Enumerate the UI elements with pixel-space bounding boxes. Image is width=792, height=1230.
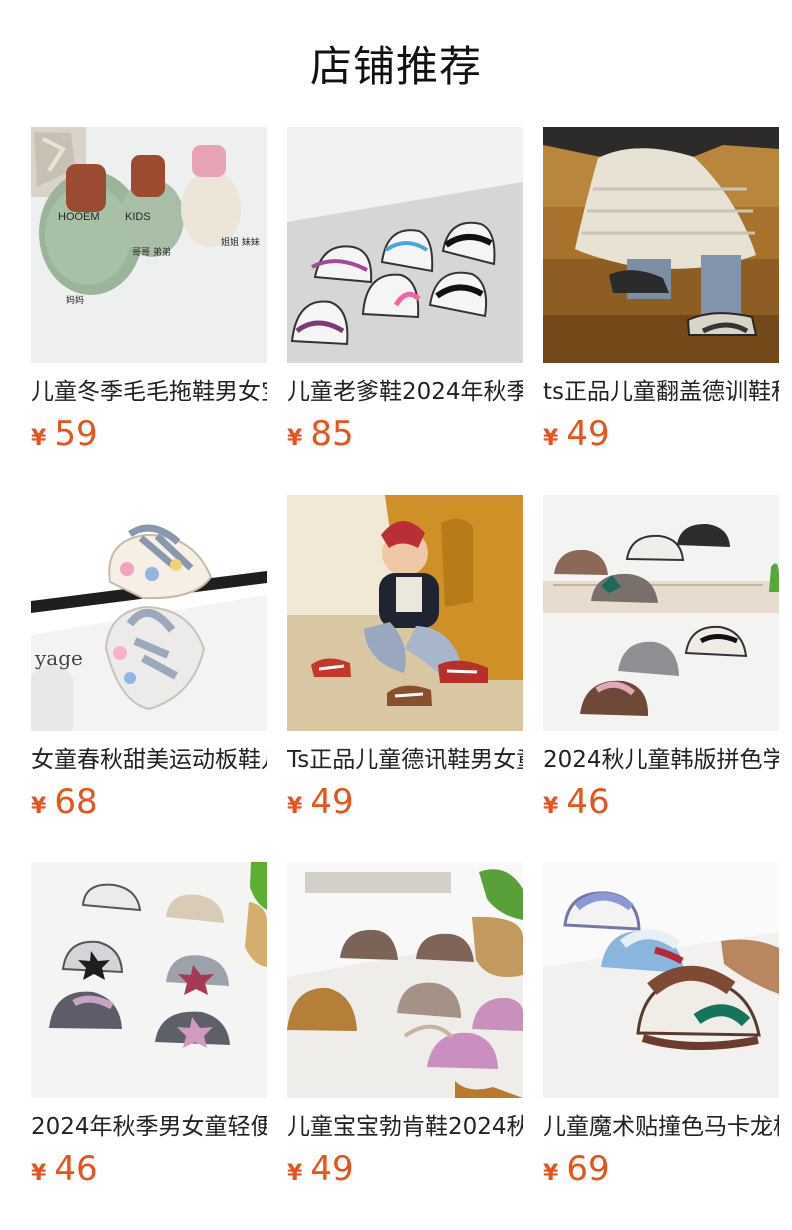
image-text-brothers: 哥哥 弟弟 [132,246,171,258]
stair-model-icon [543,127,779,363]
svg-text:yage: yage [34,646,83,670]
store-recommendations-page: 店铺推荐 HOOEM KIDS 哥哥 弟弟 姐姐 妹妹 妈妈 儿童冬季毛毛拖鞋男… [0,0,792,1230]
price-amount: 85 [310,414,354,454]
product-price: ¥ 49 [543,414,610,454]
price-amount: 46 [566,782,610,822]
product-image [543,127,779,363]
clog-shoes-icon [287,862,523,1098]
currency-symbol: ¥ [31,794,47,819]
price-amount: 49 [310,1149,354,1189]
product-image [543,862,779,1098]
currency-symbol: ¥ [287,794,303,819]
price-amount: 59 [54,414,98,454]
product-card[interactable]: 2024秋儿童韩版拼色学步鞋软底宝宝鞋 ¥ 46 [543,495,779,825]
currency-symbol: ¥ [543,1161,559,1186]
product-price: ¥ 69 [543,1149,610,1189]
product-name: ts正品儿童翻盖德训鞋秋季男女童板鞋 [543,379,779,405]
product-image [287,495,523,731]
product-name: 2024秋儿童韩版拼色学步鞋软底宝宝鞋 [543,747,779,773]
price-amount: 49 [310,782,354,822]
currency-symbol: ¥ [543,426,559,451]
toddler-shoes-icon [543,495,779,731]
product-name: Ts正品儿童德讯鞋男女童秋季休闲鞋 [287,747,523,773]
star-shoes-icon [31,862,267,1098]
product-card[interactable]: ts正品儿童翻盖德训鞋秋季男女童板鞋 ¥ 49 [543,127,779,457]
product-card[interactable]: HOOEM KIDS 哥哥 弟弟 姐姐 妹妹 妈妈 儿童冬季毛毛拖鞋男女宝宝加绒… [31,127,267,457]
product-card[interactable]: yage 女童春秋甜美运动板鞋儿童小花休闲鞋 ¥ 68 [31,495,267,825]
flower-sneaker-icon: yage [31,495,267,731]
currency-symbol: ¥ [543,794,559,819]
velcro-sneakers-icon [543,862,779,1098]
price-amount: 46 [54,1149,98,1189]
currency-symbol: ¥ [287,1161,303,1186]
image-text-brand: HOOEM [58,211,100,223]
product-price: ¥ 49 [287,782,354,822]
product-card[interactable]: 儿童老爹鞋2024年秋季新款男童运动鞋 ¥ 85 [287,127,523,457]
product-image: HOOEM KIDS 哥哥 弟弟 姐姐 妹妹 妈妈 [31,127,267,363]
product-image [543,495,779,731]
product-image [287,127,523,363]
currency-symbol: ¥ [31,426,47,451]
product-name: 儿童老爹鞋2024年秋季新款男童运动鞋 [287,379,523,405]
product-name: 儿童冬季毛毛拖鞋男女宝宝加绒保暖棉拖鞋 [31,379,267,405]
product-price: ¥ 49 [287,1149,354,1189]
page-header: 店铺推荐 [0,28,792,98]
product-image: yage [31,495,267,731]
product-card[interactable]: Ts正品儿童德讯鞋男女童秋季休闲鞋 ¥ 49 [287,495,523,825]
product-price: ¥ 85 [287,414,354,454]
product-name: 儿童宝宝勃肯鞋2024秋季新款包头鞋 [287,1114,523,1140]
product-name: 2024年秋季男女童轻便软底学步鞋 [31,1114,267,1140]
product-price: ¥ 46 [543,782,610,822]
fluffy-slippers-icon: HOOEM KIDS 哥哥 弟弟 姐姐 妹妹 妈妈 [31,127,267,363]
product-card[interactable]: 儿童魔术贴撞色马卡龙板鞋男女童秋季 ¥ 69 [543,862,779,1192]
product-name: 女童春秋甜美运动板鞋儿童小花休闲鞋 [31,747,267,773]
price-amount: 68 [54,782,98,822]
product-price: ¥ 46 [31,1149,98,1189]
product-price: ¥ 68 [31,782,98,822]
currency-symbol: ¥ [287,426,303,451]
page-title: 店铺推荐 [309,41,482,91]
image-text-mother: 妈妈 [66,294,84,306]
currency-symbol: ¥ [31,1161,47,1186]
image-text-kids: KIDS [125,211,151,223]
product-image [31,862,267,1098]
chunky-sneakers-icon [287,127,523,363]
price-amount: 69 [566,1149,610,1189]
product-image [287,862,523,1098]
product-card[interactable]: 2024年秋季男女童轻便软底学步鞋 ¥ 46 [31,862,267,1192]
product-price: ¥ 59 [31,414,98,454]
image-text-sisters: 姐姐 妹妹 [221,236,260,248]
product-card[interactable]: 儿童宝宝勃肯鞋2024秋季新款包头鞋 ¥ 49 [287,862,523,1192]
price-amount: 49 [566,414,610,454]
child-model-icon [287,495,523,731]
product-name: 儿童魔术贴撞色马卡龙板鞋男女童秋季 [543,1114,779,1140]
